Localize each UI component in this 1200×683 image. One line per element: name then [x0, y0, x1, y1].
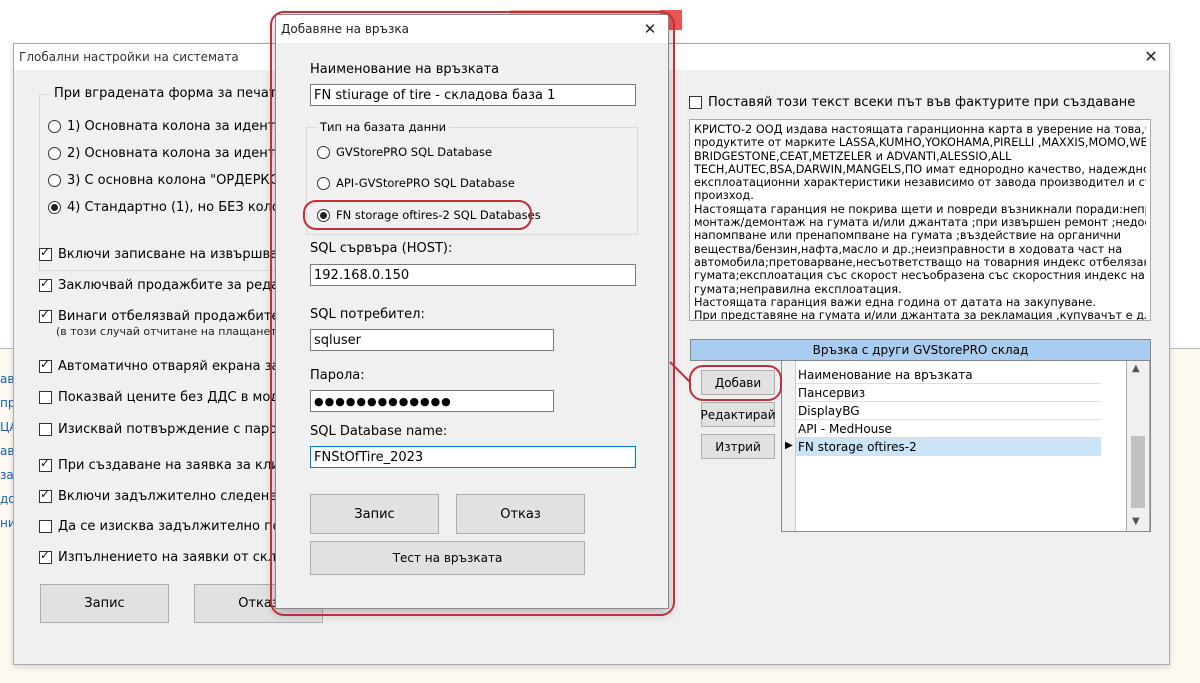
warranty-line: монтаж/демонтаж на гумата и/или джантата… — [694, 216, 1146, 230]
background-link[interactable]: ав — [0, 372, 14, 396]
link-grid-row[interactable]: Пансервиз — [796, 384, 1101, 402]
checkbox-checked-icon[interactable] — [39, 276, 52, 292]
annotation-connector-line — [669, 361, 691, 383]
warranty-line: BRIDGESTONE,CEAT,METZELER и ADVANTI,ALES… — [694, 149, 1012, 163]
scroll-thumb[interactable] — [1131, 436, 1145, 508]
background-link[interactable]: пр — [0, 396, 14, 420]
checkbox-icon[interactable] — [39, 391, 52, 404]
warranty-line: експлоатационни характеристики независим… — [694, 176, 1146, 190]
background-link[interactable]: зая — [0, 468, 14, 492]
link-grid-header: Връзка с други GVStorePRO склад — [690, 339, 1151, 361]
setting-checkbox-7[interactable]: При създаване на заявка за клиент. — [39, 456, 308, 473]
checkbox-checked-icon[interactable] — [39, 456, 52, 472]
background-links: ав пр ЦА ав зая до ни з — [0, 372, 14, 540]
warranty-line: КРИСТО-2 ООД издава настоящата гаранцион… — [694, 123, 1146, 136]
scroll-down-icon[interactable]: ▼ — [1132, 516, 1140, 527]
setting-sublabel: (в този случай отчитане на плащането да — [56, 325, 302, 338]
checkbox-icon[interactable] — [39, 520, 52, 533]
warranty-line: автомобила;претоварване,несъответстващо … — [694, 255, 1146, 269]
edit-link-button[interactable]: Редактирай — [700, 402, 776, 427]
checkbox-checked-icon[interactable] — [39, 307, 52, 323]
background-link[interactable]: ав — [0, 444, 14, 468]
warranty-line: продуктите от марките LASSA,KUMHO,YOKOHA… — [694, 136, 1146, 150]
link-grid-row[interactable]: API - MedHouse — [796, 420, 1101, 438]
warranty-line: вещества/бензин,нафта,масло и др.;неизпр… — [694, 242, 1123, 256]
delete-link-button[interactable]: Изтрий — [701, 434, 775, 459]
setting-label: Показвай цените без ДДС в модули — [58, 390, 304, 405]
checkbox-checked-icon[interactable] — [39, 487, 52, 503]
current-row-icon: ▶ — [785, 440, 793, 451]
warranty-line: гумата;експлоатация със скорост несъобра… — [694, 269, 1145, 283]
setting-checkbox-4[interactable]: Автоматично отваряй екрана за наб — [39, 357, 308, 374]
link-grid-row[interactable]: DisplayBG — [796, 402, 1101, 420]
dialog-highlight-annotation — [270, 11, 675, 616]
warranty-line: произход. — [694, 189, 754, 203]
warranty-line: Настоящата гаранция не покрива щети и по… — [694, 202, 1146, 216]
scroll-up-icon[interactable]: ▲ — [1132, 363, 1140, 374]
background-link[interactable]: ЦА — [0, 420, 14, 444]
warranty-line: гумата;неправилна експлоатация. — [694, 282, 902, 296]
setting-checkbox-5[interactable]: Показвай цените без ДДС в модули — [39, 390, 304, 405]
save-button[interactable]: Запис — [40, 584, 169, 623]
checkbox-icon[interactable] — [689, 96, 702, 109]
checkbox-icon[interactable] — [39, 423, 52, 436]
grid-scrollbar[interactable]: ▲ ▼ — [1127, 361, 1149, 531]
warranty-line: напомпване или пренапомпване на гумата ;… — [694, 229, 1121, 243]
warranty-text-area[interactable]: КРИСТО-2 ООД издава настоящата гаранцион… — [689, 119, 1151, 321]
window-title: Глобални настройки на системата — [19, 50, 239, 64]
close-icon[interactable]: ✕ — [1141, 47, 1161, 67]
background-link[interactable]: ни з — [0, 516, 14, 540]
radio-selected-icon[interactable] — [48, 201, 61, 214]
checkbox-checked-icon[interactable] — [39, 548, 52, 564]
radio-icon[interactable] — [48, 120, 61, 133]
invoice-text-label: Поставяй този текст всеки път във фактур… — [708, 95, 1136, 110]
add-button-highlight-annotation — [689, 365, 782, 401]
radio-icon[interactable] — [48, 174, 61, 187]
warranty-line: При представяне на гумата и/или джантата… — [694, 309, 1146, 321]
link-grid-row-selected[interactable]: FN storage oftires-2 — [796, 438, 1101, 456]
print-option-4[interactable]: 4) Стандартно (1), но БЕЗ колона " — [48, 200, 306, 215]
background-link[interactable]: до — [0, 492, 14, 516]
checkbox-checked-icon[interactable] — [39, 357, 52, 373]
annotation-connector — [669, 361, 691, 383]
link-grid: Наименование на връзката Пансервиз Displ… — [781, 360, 1151, 532]
warranty-line: Настоящата гаранция важи една година от … — [694, 295, 1096, 309]
invoice-text-checkbox[interactable]: Поставяй този текст всеки път във фактур… — [689, 95, 1135, 110]
db-type-highlight-annotation — [303, 200, 532, 230]
checkbox-checked-icon[interactable] — [39, 245, 52, 261]
warranty-line: TECH,AUTEC,BSA,DARWIN,MANGELS,ПО имат ед… — [694, 162, 1146, 176]
link-grid-row[interactable]: Наименование на връзката — [796, 366, 1101, 384]
radio-icon[interactable] — [48, 147, 61, 160]
